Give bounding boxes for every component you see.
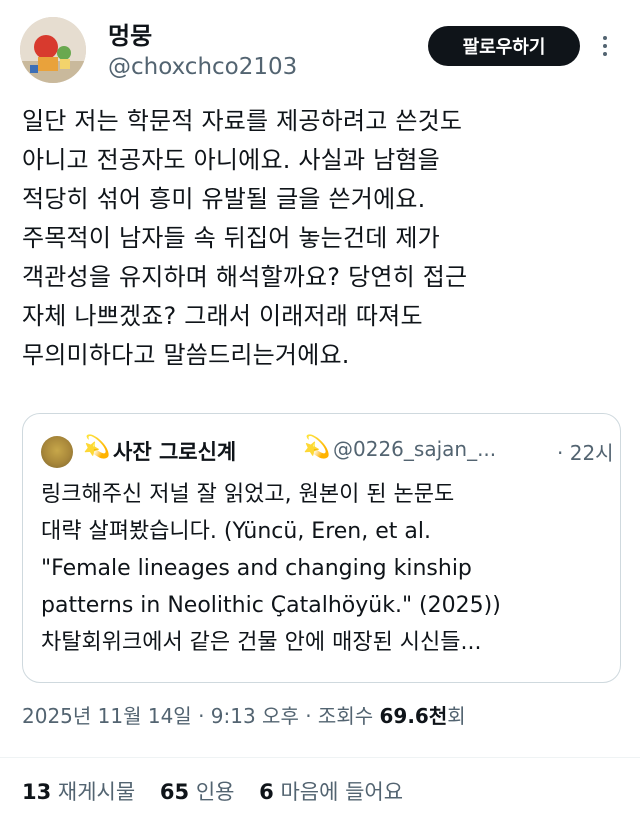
tweet-line: 아니고 전공자도 아니에요. 사실과 남혐을: [22, 146, 440, 174]
quotes-stat[interactable]: 65 인용: [160, 780, 235, 804]
quoted-tweet[interactable]: 💫 사잔 그로신계 💫 @0226_sajan_... · 22시 링크해주신 …: [22, 413, 621, 683]
divider: [0, 757, 640, 758]
view-count: 69.6천: [379, 704, 448, 728]
avatar-image: [20, 17, 86, 83]
retweets-stat[interactable]: 13 재게시물: [22, 780, 135, 804]
quoted-author-name[interactable]: 사잔 그로신계: [113, 436, 236, 466]
more-options-icon[interactable]: [595, 32, 615, 60]
quotes-label: 인용: [195, 780, 235, 804]
tweet-header: 멍뭉 @choxchco2103 팔로우하기: [0, 0, 640, 95]
quoted-timestamp[interactable]: · 22시: [557, 437, 614, 466]
quoted-avatar[interactable]: [41, 436, 73, 468]
quoted-line: 대략 살펴봤습니다. (Yüncü, Eren, et al.: [41, 519, 431, 544]
engagement-stats: 13 재게시물 65 인용 6 마음에 들어요: [22, 776, 421, 806]
tweet-line: 주목적이 남자들 속 뒤집어 놓는건데 제가: [22, 224, 440, 252]
retweets-count: 13: [22, 780, 52, 804]
tweet-line: 무의미하다고 말씀드리는거에요.: [22, 341, 350, 369]
author-handle[interactable]: @choxchco2103: [108, 54, 297, 80]
tweet-datetime[interactable]: 2025년 11월 14일 · 9:13 오후 · 조회수: [22, 704, 373, 728]
quotes-count: 65: [159, 780, 190, 804]
tweet-meta: 2025년 11월 14일 · 9:13 오후 · 조회수 69.6천회: [22, 700, 466, 729]
quoted-line: "Female lineages and changing kinship: [41, 556, 472, 581]
likes-stat[interactable]: 6 마음에 들어요: [259, 780, 403, 804]
more-dot: [603, 36, 607, 40]
view-count-suffix: 회: [447, 704, 466, 728]
tweet-line: 적당히 섞어 흥미 유발될 글을 쓴거에요.: [22, 185, 426, 213]
more-dot: [603, 52, 607, 56]
tweet-line: 객관성을 유지하며 해석할까요? 당연히 접근: [22, 263, 468, 291]
likes-label: 마음에 들어요: [280, 780, 404, 804]
more-dot: [603, 44, 607, 48]
tweet-line: 자체 나쁘겠죠? 그래서 이래저래 따져도: [22, 302, 423, 330]
likes-count: 6: [259, 780, 274, 804]
tweet-line: 일단 저는 학문적 자료를 제공하려고 쓴것도: [22, 107, 463, 135]
quoted-line: 링크해주신 저널 잘 읽었고, 원본이 된 논문도: [41, 482, 455, 507]
sparkle-icon: 💫: [83, 435, 111, 460]
follow-button[interactable]: 팔로우하기: [428, 26, 580, 66]
avatar[interactable]: [20, 17, 86, 83]
quoted-line: 차탈회위크에서 같은 건물 안에 매장된 시신들...: [41, 630, 482, 655]
quoted-author-handle[interactable]: @0226_sajan_...: [333, 437, 496, 461]
quoted-line: patterns in Neolithic Çatalhöyük." (2025…: [41, 593, 501, 618]
sparkle-icon: 💫: [303, 435, 331, 460]
quoted-tweet-text: 링크해주신 저널 잘 읽었고, 원본이 된 논문도 대략 살펴봤습니다. (Yü…: [41, 476, 611, 661]
quoted-tweet-header: 💫 사잔 그로신계 💫 @0226_sajan_... · 22시: [41, 434, 614, 468]
tweet-text: 일단 저는 학문적 자료를 제공하려고 쓴것도 아니고 전공자도 아니에요. 사…: [22, 102, 627, 375]
author-name[interactable]: 멍뭉: [108, 16, 152, 51]
retweets-label: 재게시물: [57, 780, 136, 804]
